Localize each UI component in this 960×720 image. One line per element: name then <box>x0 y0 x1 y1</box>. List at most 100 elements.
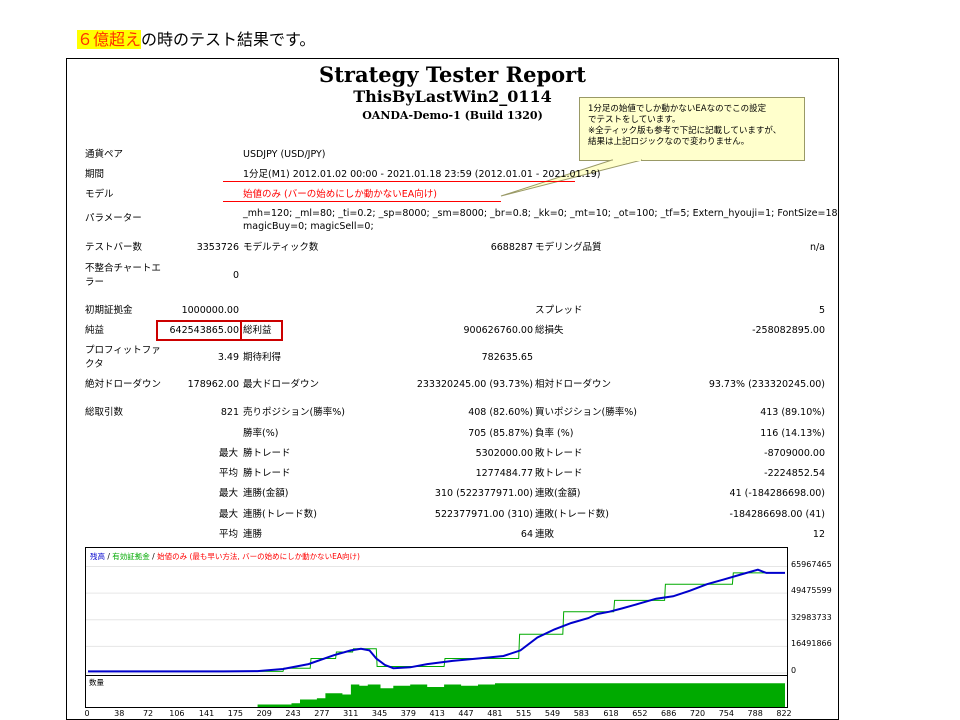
total-trades-value: 821 <box>220 407 239 418</box>
rel-drawdown-value: 93.73% (233320245.00) <box>708 379 825 390</box>
cons-loss-count-value: -184286698.00 (41) <box>729 509 825 520</box>
x-tick-label: 311 <box>343 709 359 718</box>
largest-word-3: 最大 <box>219 509 239 520</box>
avg-loss-value: -2224852.54 <box>764 468 825 479</box>
largest-word: 最大 <box>219 448 239 459</box>
y-tick-label: 0 <box>791 666 797 675</box>
legend-model: 始値のみ (最も早い方法, バーの始めにしか動かないEA向け) <box>157 552 360 561</box>
x-tick-label: 481 <box>487 709 503 718</box>
x-tick-label: 515 <box>516 709 532 718</box>
win-rate-label: 勝率(%) <box>243 428 279 439</box>
slide-title-rest: の時のテスト結果です。 <box>141 30 316 49</box>
cons-wins-count-label: 連勝(トレード数) <box>243 509 317 520</box>
slide-title-highlight: ６億超え <box>77 30 142 49</box>
legend-sep-2: / <box>149 552 158 561</box>
short-positions-label: 売りポジション(勝率%) <box>243 407 345 418</box>
cons-loss-count-label: 連敗(トレード数) <box>535 509 609 520</box>
avg-win-label: 勝トレード <box>243 468 291 479</box>
x-tick-label: 754 <box>718 709 734 718</box>
profit-factor-label-2: クタ <box>85 359 104 370</box>
params-line-2: magicBuy=0; magicSell=0; <box>243 221 374 232</box>
y-tick-label: 65967465 <box>791 559 832 569</box>
bars-value: 3353726 <box>196 242 239 253</box>
net-profit-highlight-box <box>156 320 242 341</box>
short-positions-value: 408 (82.60%) <box>468 407 533 418</box>
volume-area <box>88 683 785 707</box>
x-tick-label: 141 <box>198 709 215 718</box>
symbol-label: 通貨ペア <box>85 149 124 160</box>
x-tick-label: 106 <box>169 709 185 718</box>
rel-drawdown-label: 相対ドローダウン <box>535 379 612 390</box>
ticks-value: 6688287 <box>490 242 533 253</box>
largest-loss-value: -8709000.00 <box>764 448 825 459</box>
x-tick-label: 209 <box>256 709 272 718</box>
model-underline <box>223 201 501 202</box>
x-tick-label: 618 <box>603 709 619 718</box>
legend-balance: 残高 <box>90 552 105 561</box>
legend-equity: 有効証拠金 <box>112 552 150 561</box>
x-tick-label: 413 <box>429 709 445 718</box>
gross-profit-value: 900626760.00 <box>463 325 533 336</box>
largest-win-value: 5302000.00 <box>475 448 533 459</box>
params-line-1: _mh=120; _ml=80; _ti=0.2; _sp=8000; _sm=… <box>243 208 839 219</box>
x-tick-label: 72 <box>142 709 154 718</box>
average-word: 平均 <box>219 468 239 479</box>
slide-title: ６億超えの時のテスト結果です。 <box>77 26 315 50</box>
cons-wins-count-value: 522377971.00 (310) <box>434 509 533 520</box>
payoff-value: 782635.65 <box>481 352 533 363</box>
x-tick-label: 345 <box>371 709 388 718</box>
max-drawdown-label: 最大ドローダウン <box>243 379 320 390</box>
avg-win-value: 1277484.77 <box>475 468 533 479</box>
chart-legend: 残高 / 有効証拠金 / 始値のみ (最も早い方法, バーの始めにしか動かないE… <box>90 551 360 562</box>
gross-loss-value: -258082895.00 <box>752 325 825 336</box>
cons-loss-money-label: 連敗(金額) <box>535 488 581 499</box>
x-tick-label: 277 <box>314 709 330 718</box>
net-profit-label: 純益 <box>85 325 105 336</box>
profit-factor-label-1: プロフィットファ <box>85 345 161 356</box>
long-positions-label: 買いポジション(勝率%) <box>535 407 637 418</box>
x-tick-label: 447 <box>458 709 474 718</box>
x-tick-label: 720 <box>689 709 706 718</box>
x-tick-label: 549 <box>544 709 561 718</box>
x-tick-label: 583 <box>573 709 589 718</box>
spread-label: スプレッド <box>535 305 583 316</box>
mismatch-label-2: ラー <box>85 277 105 288</box>
y-tick-label: 49475599 <box>791 586 832 596</box>
cons-wins-money-value: 310 (522377971.00) <box>434 488 533 499</box>
x-tick-label: 788 <box>747 709 763 718</box>
strategy-tester-report: Strategy Tester Report ThisByLastWin2_01… <box>66 58 839 720</box>
loss-rate-value: 116 (14.13%) <box>760 428 825 439</box>
volume-plot <box>88 683 785 707</box>
mismatch-value: 0 <box>232 270 239 281</box>
y-tick-label: 32983733 <box>791 612 832 622</box>
deposit-label: 初期証拠金 <box>85 305 133 316</box>
x-tick-label: 652 <box>632 709 648 718</box>
max-drawdown-value: 233320245.00 (93.73%) <box>416 379 533 390</box>
gross-profit-highlight-box <box>240 320 283 341</box>
loss-rate-label: 負率 (%) <box>535 428 574 439</box>
period-label: 期間 <box>85 169 105 180</box>
x-tick-label: 379 <box>400 709 416 718</box>
x-tick-label: 175 <box>227 709 244 718</box>
payoff-label: 期待利得 <box>243 352 282 363</box>
largest-win-label: 勝トレード <box>243 448 291 459</box>
quality-label: モデリング品質 <box>535 242 602 253</box>
balance-line <box>88 568 785 673</box>
gross-loss-label: 総損失 <box>535 325 564 336</box>
x-tick-label: 38 <box>114 709 125 718</box>
x-tick-label: 822 <box>776 709 792 718</box>
y-tick-label: 16491866 <box>791 639 832 649</box>
balance-chart: 残高 / 有効証拠金 / 始値のみ (最も早い方法, バーの始めにしか動かないE… <box>85 547 788 676</box>
model-label: モデル <box>85 189 114 200</box>
x-tick-label: 243 <box>285 709 301 718</box>
period-value: 1分足(M1) 2012.01.02 00:00 - 2021.01.18 23… <box>243 169 601 180</box>
balance-chart-plot <box>86 566 787 674</box>
largest-word-2: 最大 <box>219 488 239 499</box>
abs-drawdown-value: 178962.00 <box>187 379 239 390</box>
avg-cons-wins-label: 連勝 <box>243 529 263 540</box>
abs-drawdown-label: 絶対ドローダウン <box>85 379 162 390</box>
period-underline <box>223 181 575 182</box>
spread-value: 5 <box>818 305 825 316</box>
mismatch-label-1: 不整合チャートエ <box>85 263 161 274</box>
bars-label: テストバー数 <box>85 242 143 253</box>
